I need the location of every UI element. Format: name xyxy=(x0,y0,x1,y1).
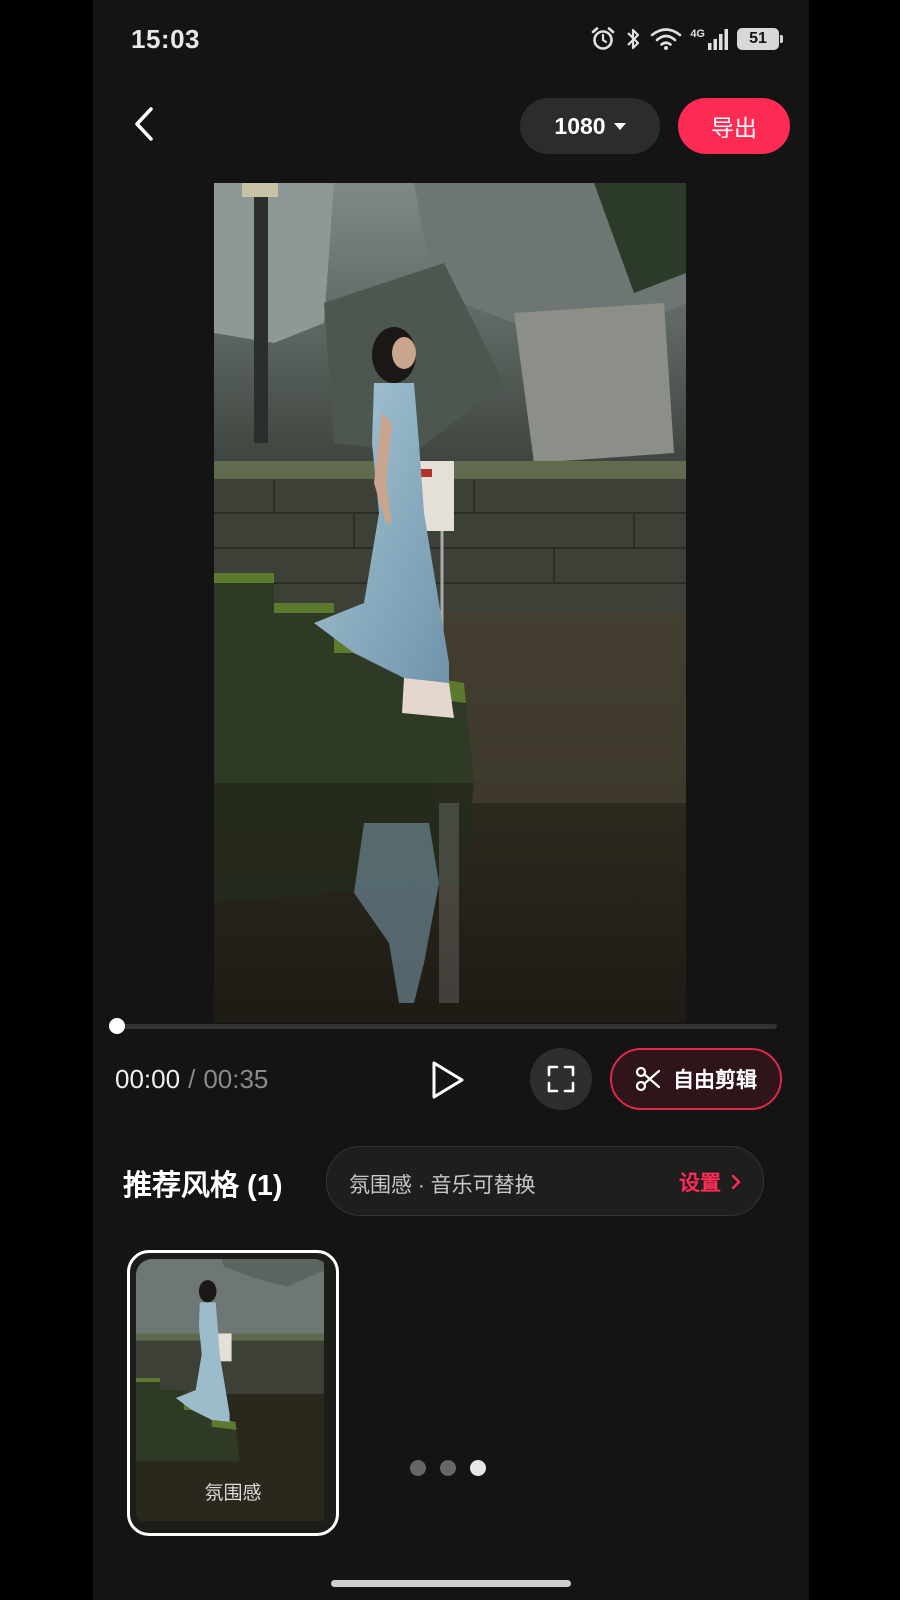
page-dot-2[interactable] xyxy=(440,1460,456,1476)
network-type-label: 4G xyxy=(690,28,705,40)
progress-bar[interactable] xyxy=(109,1018,777,1034)
total-time: 00:35 xyxy=(203,1064,269,1094)
resolution-selector[interactable]: 1080 xyxy=(520,98,660,154)
play-icon xyxy=(432,1061,464,1099)
settings-label: 设置 xyxy=(679,1172,721,1195)
back-button[interactable] xyxy=(121,100,169,148)
scissors-icon xyxy=(635,1066,661,1092)
wifi-icon xyxy=(651,28,682,50)
current-time: 00:00 xyxy=(115,1064,181,1094)
status-icons: 4G 51 xyxy=(590,26,783,52)
playback-time: 00:00 / 00:35 xyxy=(115,1064,268,1095)
free-edit-label: 自由剪辑 xyxy=(673,1069,757,1092)
video-frame-image xyxy=(214,183,686,1023)
free-edit-button[interactable]: 自由剪辑 xyxy=(610,1048,782,1110)
play-button[interactable] xyxy=(423,1056,471,1104)
page-dot-1[interactable] xyxy=(410,1460,426,1476)
progress-knob[interactable] xyxy=(109,1018,125,1034)
settings-link[interactable]: 设置 xyxy=(679,1167,741,1197)
video-preview[interactable] xyxy=(214,183,686,1023)
style-thumbnail: 氛围感 xyxy=(136,1259,330,1527)
app-screen: 15:03 4G 51 1080 导出 00:00 / 00:35 自由剪辑 推… xyxy=(93,0,809,1600)
fullscreen-button[interactable] xyxy=(530,1048,592,1110)
battery-icon: 51 xyxy=(737,28,783,50)
style-card-label: 氛围感 xyxy=(204,1483,262,1504)
style-info-text: 氛围感 · 音乐可替换 xyxy=(349,1174,536,1197)
home-indicator[interactable] xyxy=(331,1580,571,1587)
caret-down-icon xyxy=(613,122,626,130)
signal-icon xyxy=(708,29,728,50)
time-separator: / xyxy=(188,1064,196,1094)
chevron-left-icon xyxy=(135,107,153,141)
status-time: 15:03 xyxy=(131,24,200,54)
export-button[interactable]: 导出 xyxy=(678,98,790,154)
resolution-value: 1080 xyxy=(554,112,606,139)
fullscreen-icon xyxy=(547,1065,575,1093)
page-dot-3[interactable] xyxy=(470,1460,486,1476)
bluetooth-icon xyxy=(627,28,640,50)
style-card[interactable]: 氛围感 xyxy=(127,1250,339,1536)
section-title: 推荐风格 (1) xyxy=(123,1170,283,1202)
pagination-dots xyxy=(410,1460,486,1476)
alarm-icon xyxy=(592,27,615,50)
style-info-pill[interactable]: 氛围感 · 音乐可替换 设置 xyxy=(326,1146,764,1216)
chevron-right-icon xyxy=(731,1174,741,1190)
